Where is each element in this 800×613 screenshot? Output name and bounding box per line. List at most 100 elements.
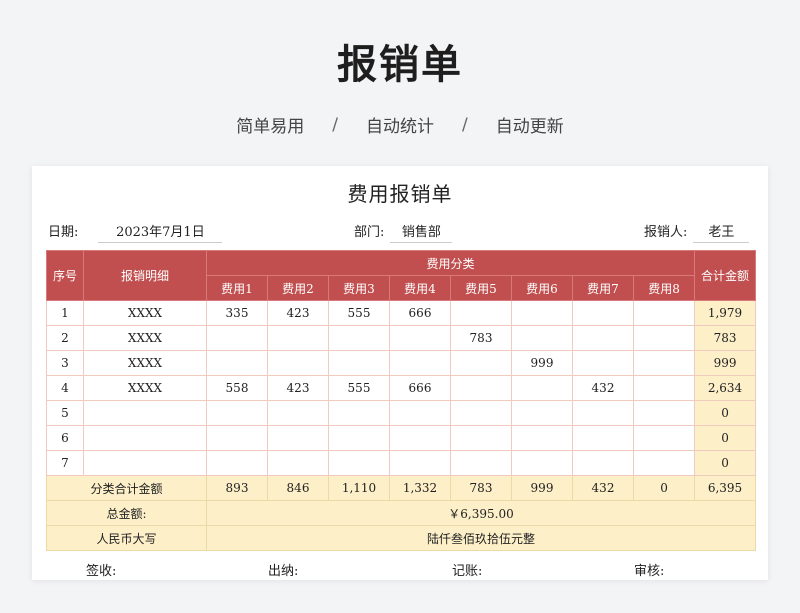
signature-received[interactable]: 签收: (86, 560, 116, 579)
row-fee-7[interactable] (572, 325, 634, 351)
form-title: 费用报销单 (347, 182, 453, 206)
row-fee-3[interactable] (328, 350, 390, 376)
row-fee-6[interactable]: 999 (511, 350, 573, 376)
signature-review[interactable]: 审核: (634, 560, 664, 579)
row-fee-8[interactable] (632, 450, 696, 476)
row-fee-2[interactable] (267, 425, 329, 451)
row-fee-2[interactable] (267, 350, 329, 376)
row-detail[interactable]: XXXX (83, 375, 207, 401)
row-fee-3[interactable] (328, 425, 390, 451)
category-sum-1: 893 (206, 475, 268, 501)
row-detail[interactable] (83, 400, 207, 426)
row-fee-2[interactable] (267, 325, 329, 351)
row-fee-3[interactable] (328, 400, 390, 426)
claimant-value[interactable]: 老王 (693, 221, 750, 243)
row-fee-7[interactable] (572, 400, 634, 426)
row-fee-6[interactable] (511, 300, 573, 326)
row-fee-7[interactable]: 432 (572, 375, 634, 401)
row-fee-8[interactable] (632, 400, 696, 426)
header-total: 合计金额 (694, 250, 757, 301)
row-fee-6[interactable] (511, 375, 573, 401)
row-fee-2[interactable]: 423 (267, 375, 329, 401)
row-fee-1[interactable]: 335 (206, 300, 268, 326)
row-fee-4[interactable] (389, 400, 451, 426)
row-fee-5[interactable] (450, 375, 512, 401)
reimbursement-form-card: 费用报销单 日期: 2023年7月1日 部门: 销售部 报销人: 老王 序号 报销明细… (32, 166, 768, 580)
row-fee-1[interactable] (206, 450, 268, 476)
row-fee-6[interactable] (511, 425, 573, 451)
row-fee-5[interactable] (450, 300, 512, 326)
row-fee-8[interactable] (632, 425, 696, 451)
row-fee-4[interactable] (389, 425, 451, 451)
row-fee-8[interactable] (632, 375, 696, 401)
row-detail[interactable]: XXXX (83, 350, 207, 376)
row-fee-6[interactable] (511, 400, 573, 426)
row-fee-8[interactable] (632, 350, 696, 376)
row-fee-5[interactable] (450, 450, 512, 476)
row-seq: 6 (46, 425, 84, 451)
row-fee-7[interactable] (572, 300, 634, 326)
row-fee-3[interactable] (328, 325, 390, 351)
row-detail[interactable]: XXXX (83, 325, 207, 351)
row-fee-4[interactable] (389, 350, 451, 376)
row-fee-5[interactable] (450, 400, 512, 426)
row-detail[interactable] (83, 450, 207, 476)
department-field: 部门: 销售部 (354, 221, 453, 243)
row-fee-5[interactable] (450, 350, 512, 376)
row-fee-5[interactable] (450, 425, 512, 451)
row-fee-2[interactable]: 423 (267, 300, 329, 326)
date-value[interactable]: 2023年7月1日 (98, 221, 223, 243)
row-detail[interactable] (83, 425, 207, 451)
category-sum-2: 846 (267, 475, 329, 501)
table-row: 70 (46, 450, 757, 476)
row-fee-4[interactable]: 666 (389, 375, 451, 401)
row-fee-6[interactable] (511, 325, 573, 351)
header-fee-8: 费用8 (632, 275, 696, 301)
row-fee-1[interactable] (206, 400, 268, 426)
row-fee-6[interactable] (511, 450, 573, 476)
row-fee-2[interactable] (267, 450, 329, 476)
header-fee-3: 费用3 (328, 275, 390, 301)
row-total: 1,979 (694, 300, 757, 326)
row-seq: 3 (46, 350, 84, 376)
row-fee-7[interactable] (572, 425, 634, 451)
grand-total-label: 总金额: (46, 500, 207, 526)
table-row: 1 XXXX 335 423 555 666 1,979 (46, 300, 757, 326)
row-fee-4[interactable]: 666 (389, 300, 451, 326)
row-total: 783 (694, 325, 757, 351)
row-fee-5[interactable]: 783 (450, 325, 512, 351)
rmb-uppercase-label: 人民币大写 (46, 525, 207, 551)
row-seq: 7 (46, 450, 84, 476)
rmb-uppercase-row: 人民币大写 陆仟叁佰玖拾伍元整 (46, 525, 757, 551)
header-fee-6: 费用6 (511, 275, 573, 301)
row-fee-1[interactable] (206, 425, 268, 451)
expense-table: 序号 报销明细 费用分类 合计金额 费用1 费用2 费用3 费用4 费用5 费用6 费用7 费… (46, 250, 757, 551)
grand-total-value: ￥6,395.00 (205, 500, 757, 526)
row-fee-3[interactable] (328, 450, 390, 476)
signature-cashier[interactable]: 出纳: (268, 560, 298, 579)
row-fee-4[interactable] (389, 325, 451, 351)
row-fee-7[interactable] (572, 450, 634, 476)
table-row: 3 XXXX 999 999 (46, 350, 757, 376)
row-fee-8[interactable] (632, 300, 696, 326)
category-sum-6: 999 (511, 475, 573, 501)
row-seq: 2 (46, 325, 84, 351)
category-sum-7: 432 (572, 475, 634, 501)
row-fee-3[interactable]: 555 (328, 375, 390, 401)
row-fee-1[interactable]: 558 (206, 375, 268, 401)
row-detail[interactable]: XXXX (83, 300, 207, 326)
row-fee-8[interactable] (632, 325, 696, 351)
row-fee-2[interactable] (267, 400, 329, 426)
row-fee-4[interactable] (389, 450, 451, 476)
header-fee-7: 费用7 (572, 275, 634, 301)
category-sum-8: 0 (632, 475, 696, 501)
row-fee-1[interactable] (206, 325, 268, 351)
row-total: 0 (694, 400, 757, 426)
row-fee-3[interactable]: 555 (328, 300, 390, 326)
signature-bookkeeping[interactable]: 记账: (452, 560, 482, 579)
row-fee-1[interactable] (206, 350, 268, 376)
row-fee-7[interactable] (572, 350, 634, 376)
header-detail: 报销明细 (83, 250, 207, 301)
department-value[interactable]: 销售部 (390, 221, 453, 243)
claimant-field: 报销人: 老王 (644, 221, 750, 243)
